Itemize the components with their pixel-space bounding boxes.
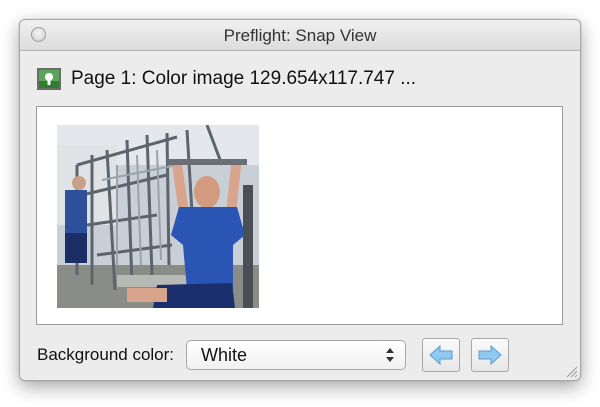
photo-thumbnail — [57, 125, 259, 308]
background-color-value: White — [201, 344, 248, 365]
object-description: Page 1: Color image 129.654x117.747 ... — [71, 68, 417, 89]
chevron-up-down-icon — [386, 348, 395, 362]
snap-preview-area — [36, 106, 563, 325]
next-button[interactable] — [471, 338, 510, 372]
background-color-select[interactable]: White — [186, 340, 407, 370]
background-control-row: Background color: White — [37, 338, 510, 372]
previous-button[interactable] — [422, 338, 461, 372]
left-arrow-icon — [429, 344, 453, 366]
resize-grip-icon[interactable] — [565, 365, 577, 377]
image-icon — [37, 68, 61, 90]
window-title: Preflight: Snap View — [223, 26, 377, 45]
title-bar[interactable]: Preflight: Snap View — [20, 20, 580, 51]
snap-view-window: Preflight: Snap View Page 1: Color image… — [19, 19, 581, 381]
right-arrow-icon — [478, 344, 502, 366]
object-info-row: Page 1: Color image 129.654x117.747 ... — [37, 66, 416, 92]
background-color-label: Background color: — [37, 345, 175, 364]
